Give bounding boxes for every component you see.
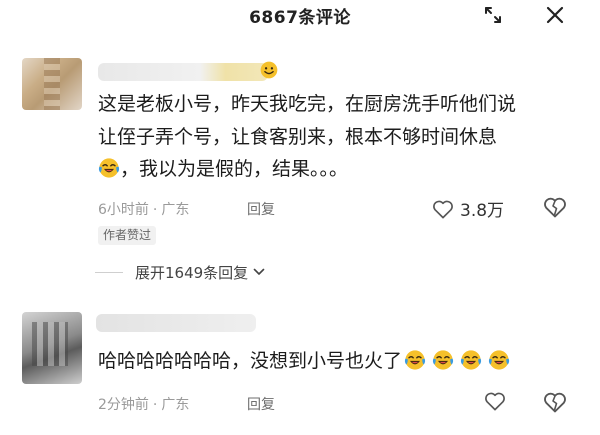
comment-text-line: 这是老板小号，昨天我吃完，在厨房洗手听他们说 [98, 93, 517, 115]
expand-replies-button[interactable]: 展开1649条回复 [95, 262, 266, 282]
comment-meta: 2分钟前 · 广东 [98, 394, 189, 414]
laugh-cry-emoji-icon [98, 157, 120, 179]
comment-count-title: 6867条评论 [249, 8, 351, 28]
like-button[interactable] [484, 391, 506, 411]
like-button[interactable]: 3.8万 [432, 196, 504, 221]
reply-button[interactable]: 回复 [247, 199, 275, 219]
comment-location: 广东 [161, 202, 190, 218]
divider [95, 271, 123, 273]
broken-heart-icon [544, 197, 566, 218]
avatar[interactable] [22, 58, 82, 110]
username-blurred[interactable] [98, 63, 268, 81]
heart-icon [433, 200, 453, 218]
laugh-cry-emoji-icon [432, 349, 454, 371]
author-liked-badge: 作者赞过 [98, 226, 157, 245]
expand-icon[interactable] [480, 2, 506, 28]
laugh-cry-emoji-icon [404, 349, 426, 371]
laugh-cry-emoji-icon [460, 349, 482, 371]
comment-location: 广东 [161, 397, 190, 413]
laugh-cry-emoji-icon [488, 349, 510, 371]
avatar[interactable] [22, 312, 82, 384]
heart-icon [485, 392, 505, 411]
comment-text-line: 哈哈哈哈哈哈哈，没想到小号也火了 [98, 345, 510, 377]
chevron-down-icon [253, 268, 265, 275]
close-icon[interactable] [542, 2, 568, 28]
comment-meta: 6小时前 · 广东 [98, 199, 189, 219]
reply-button[interactable]: 回复 [247, 394, 275, 414]
smile-emoji-icon [260, 61, 278, 79]
comment-time: 2分钟前 [98, 397, 149, 413]
comments-header: 6867条评论 [0, 0, 600, 34]
like-count: 3.8万 [460, 201, 505, 221]
broken-heart-icon [544, 392, 566, 413]
comment-text-line: ，我以为是假的，结果。。。 [98, 153, 348, 185]
comment-text-line: 让侄子弄个号，让食客别来，根本不够时间休息 [98, 126, 498, 148]
dislike-button[interactable] [543, 196, 567, 222]
comment-time: 6小时前 [98, 202, 149, 218]
dislike-button[interactable] [543, 391, 567, 417]
username-blurred[interactable] [96, 314, 256, 332]
meta-separator: · [152, 202, 158, 218]
expand-replies-label: 展开1649条回复 [135, 263, 249, 282]
meta-separator: · [152, 397, 158, 413]
